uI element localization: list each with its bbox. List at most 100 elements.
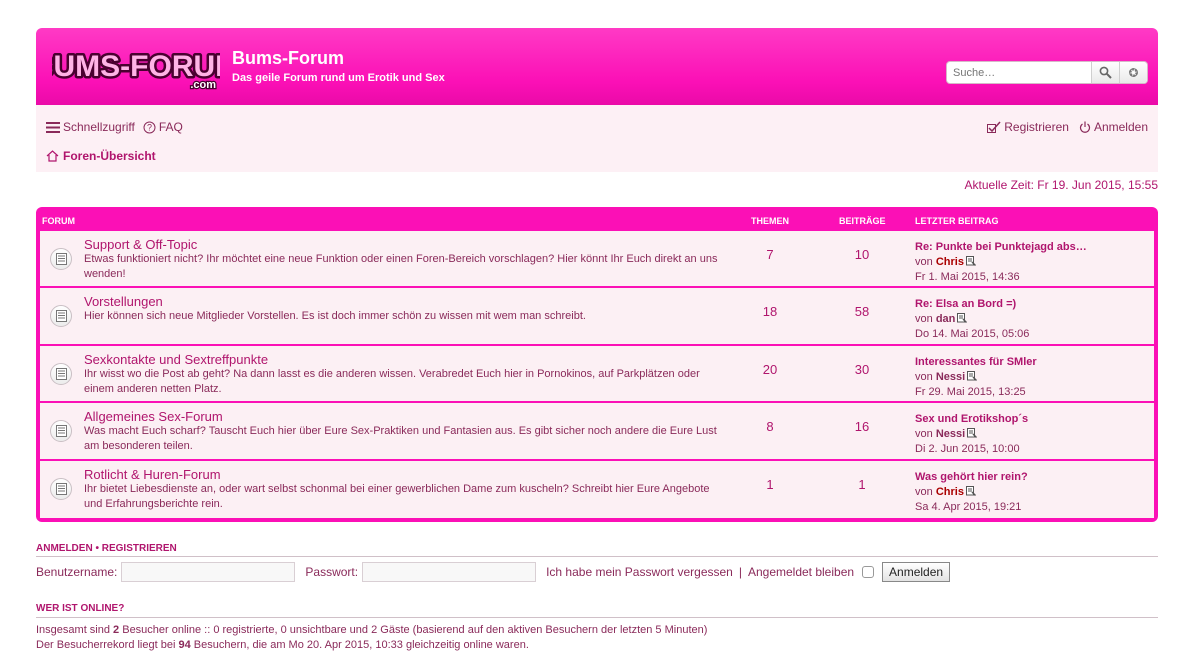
breadcrumb-home: Foren-Übersicht xyxy=(63,149,156,163)
forum-topic-count: 7 xyxy=(766,247,774,262)
power-icon xyxy=(1079,121,1090,133)
search-icon xyxy=(1099,66,1112,79)
username-label: Benutzername: xyxy=(36,565,118,579)
online-text: Insgesamt sind xyxy=(36,624,114,636)
forum-read-icon xyxy=(50,420,72,443)
forum-row: Sexkontakte und Sextreffpunkte Ihr wisst… xyxy=(40,345,1154,404)
remember-label: Angemeldet bleiben xyxy=(747,565,855,579)
view-latest-post-icon[interactable] xyxy=(965,256,976,266)
faq-label: FAQ xyxy=(158,120,183,134)
last-post-by: von xyxy=(915,485,933,498)
heading-dot: • xyxy=(95,543,99,554)
password-field[interactable] xyxy=(362,562,537,582)
forum-topic-count: 8 xyxy=(766,419,774,435)
divider xyxy=(36,617,1158,618)
remember-checkbox[interactable] xyxy=(862,566,875,578)
register-check-icon xyxy=(987,121,1001,133)
last-post: Was gehört hier rein? von Chris Sa 4. Ap… xyxy=(915,470,1028,515)
last-post-title[interactable]: Interessantes für SMler xyxy=(915,355,1037,370)
last-post-author[interactable]: Nessi xyxy=(936,371,965,383)
password-label: Passwort: xyxy=(305,565,359,579)
forum-title[interactable]: Vorstellungen xyxy=(84,294,163,309)
svg-text:?: ? xyxy=(147,122,152,132)
login-section-heading: Anmelden • Registrieren xyxy=(36,543,177,554)
view-latest-post-icon[interactable] xyxy=(957,313,968,324)
username-field[interactable] xyxy=(121,562,296,582)
forum-post-count: 30 xyxy=(854,361,870,377)
last-post: Re: Elsa an Bord =) von dan Do 14. Mai 2… xyxy=(915,297,1029,342)
forum-row: Vorstellungen Hier können sich neue Mitg… xyxy=(40,288,1154,346)
view-latest-post-icon[interactable] xyxy=(967,370,978,381)
forum-row: Rotlicht & Huren-Forum Ihr bietet Liebes… xyxy=(40,460,1154,518)
forum-post-count: 16 xyxy=(854,419,870,435)
navbar: Schnellzugriff ? FAQ Registrieren Anmeld… xyxy=(36,105,1158,172)
forum-description: Etwas funktioniert nicht? Ihr möchtet ei… xyxy=(84,253,718,280)
last-post: Re: Punkte bei Punktejagd abs… von Chris… xyxy=(915,240,1087,285)
last-post-author[interactable]: dan xyxy=(936,313,956,325)
forum-read-icon xyxy=(50,362,72,385)
forum-description: Was macht Euch scharf? Tauscht Euch hier… xyxy=(84,425,717,453)
last-post-date: Di 2. Jun 2015, 10:00 xyxy=(915,443,1020,456)
search-box xyxy=(946,61,1148,84)
last-post-title[interactable]: Sex und Erotikshop´s xyxy=(915,412,1028,427)
home-icon xyxy=(46,150,59,162)
forum-post-count: 58 xyxy=(854,304,870,320)
forum-title[interactable]: Allgemeines Sex-Forum xyxy=(84,409,223,424)
online-stats: Insgesamt sind 2 Besucher online :: 0 re… xyxy=(36,623,707,653)
site-description: Das geile Forum rund um Erotik und Sex xyxy=(232,72,445,84)
login-submit-button[interactable]: Anmelden xyxy=(882,562,951,582)
last-post-date: Do 14. Mai 2015, 05:06 xyxy=(915,328,1030,341)
search-input[interactable] xyxy=(947,62,1091,83)
divider xyxy=(36,556,1158,557)
last-post-author[interactable]: Chris xyxy=(936,486,964,498)
forum-title[interactable]: Support & Off-Topic xyxy=(84,237,197,252)
help-icon: ? xyxy=(143,121,156,133)
online-text: Besucher online :: 0 registrierte, 0 uns… xyxy=(119,624,708,636)
forum-row: Support & Off-Topic Etwas funktioniert n… xyxy=(40,231,1154,289)
last-post-author[interactable]: Chris xyxy=(936,256,964,268)
site-header: BUMS-FORUM BUMS-FORUM .com .com Bums-For… xyxy=(36,28,1158,105)
last-post: Interessantes für SMler von Nessi Fr 29.… xyxy=(915,355,1037,400)
record-count: 94 xyxy=(178,639,191,651)
online-line-1: Insgesamt sind 2 Besucher online :: 0 re… xyxy=(36,623,707,638)
forum-read-icon xyxy=(50,248,72,270)
search-button[interactable] xyxy=(1091,62,1119,83)
separator: | xyxy=(738,565,742,579)
last-post-title[interactable]: Re: Elsa an Bord =) xyxy=(915,297,1029,312)
who-is-online-heading: Wer ist online? xyxy=(36,603,125,614)
quicklinks-menu[interactable]: Schnellzugriff xyxy=(46,120,135,134)
forum-title[interactable]: Sexkontakte und Sextreffpunkte xyxy=(84,352,268,367)
heading-login-link[interactable]: Anmelden xyxy=(36,543,93,554)
last-post-by: von xyxy=(915,313,933,326)
last-post-date: Sa 4. Apr 2015, 19:21 xyxy=(915,500,1022,513)
view-latest-post-icon[interactable] xyxy=(965,485,976,496)
login-label: Anmelden xyxy=(1093,120,1148,134)
forum-row: Allgemeines Sex-Forum Was macht Euch sch… xyxy=(40,403,1154,461)
last-post-by: von xyxy=(915,370,933,383)
advanced-search-button[interactable] xyxy=(1119,62,1147,83)
forgot-password-link[interactable]: Ich habe mein Passwort vergessen xyxy=(546,565,733,579)
forum-read-icon xyxy=(50,477,72,500)
register-link[interactable]: Registrieren xyxy=(987,120,1069,134)
faq-link[interactable]: ? FAQ xyxy=(143,120,183,134)
login-link[interactable]: Anmelden xyxy=(1079,120,1148,134)
forum-description: Ihr wisst wo die Post ab geht? Na dann l… xyxy=(84,367,700,395)
view-latest-post-icon[interactable] xyxy=(967,428,978,439)
last-post-title[interactable]: Re: Punkte bei Punktejagd abs… xyxy=(915,240,1087,255)
site-title[interactable]: Bums-Forum xyxy=(232,48,344,69)
site-logo[interactable]: BUMS-FORUM BUMS-FORUM .com .com xyxy=(52,44,220,91)
heading-register-link[interactable]: Registrieren xyxy=(102,543,177,554)
forum-description: Hier können sich neue Mitglieder Vorstel… xyxy=(84,310,586,323)
last-post-author[interactable]: Nessi xyxy=(936,428,965,440)
forum-description: Ihr bietet Liebesdienste an, oder wart s… xyxy=(84,482,710,510)
breadcrumb[interactable]: Foren-Übersicht xyxy=(46,149,156,163)
forum-topic-count: 18 xyxy=(762,304,778,320)
col-posts: Beiträge xyxy=(839,216,886,226)
last-post-title[interactable]: Was gehört hier rein? xyxy=(915,470,1028,485)
last-post-date: Fr 29. Mai 2015, 13:25 xyxy=(915,385,1026,398)
forum-read-icon xyxy=(50,305,72,328)
forum-topic-count: 1 xyxy=(766,476,774,492)
forum-title[interactable]: Rotlicht & Huren-Forum xyxy=(84,467,221,482)
forum-list: Forum Themen Beiträge Letzter Beitrag Su… xyxy=(36,207,1158,522)
current-time: Aktuelle Zeit: Fr 19. Jun 2015, 15:55 xyxy=(964,178,1158,192)
